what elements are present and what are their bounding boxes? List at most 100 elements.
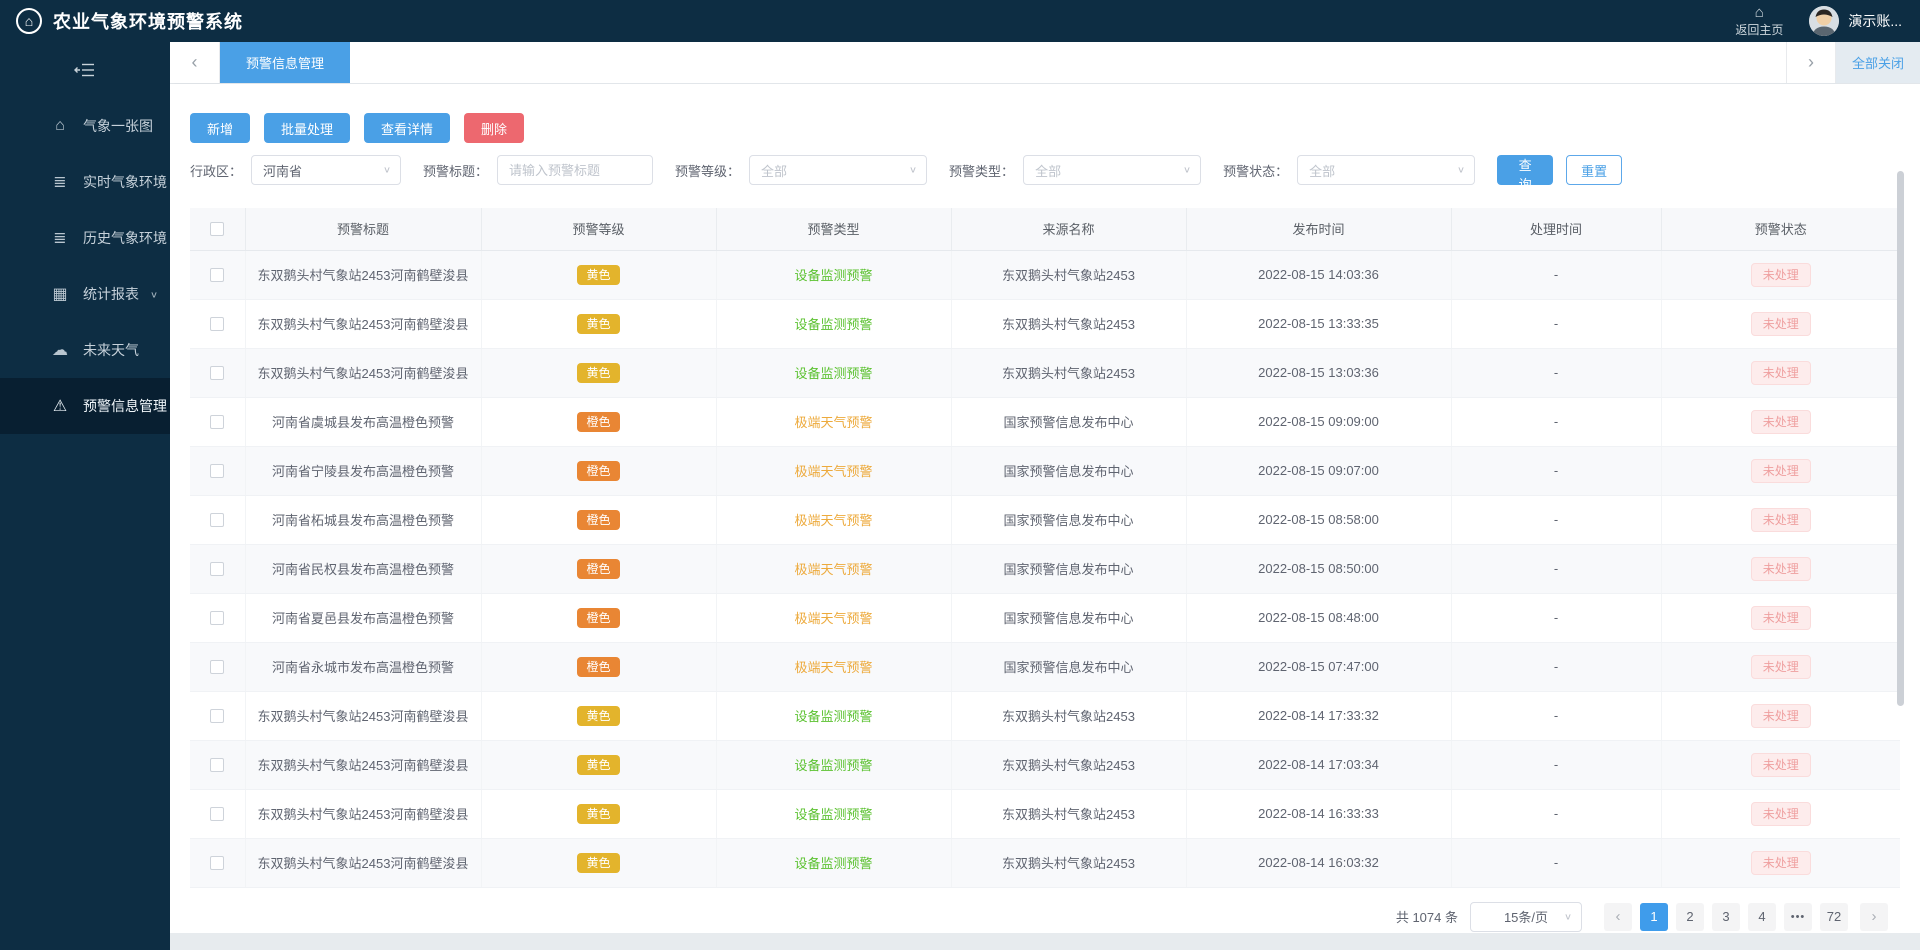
delete-button[interactable]: 删除 [464, 113, 524, 143]
row-checkbox[interactable] [210, 807, 224, 821]
status-badge: 未处理 [1751, 851, 1811, 875]
row-checkbox[interactable] [210, 366, 224, 380]
source-name-cell: 东双鹅头村气象站2453 [951, 299, 1186, 348]
level-badge: 橙色 [577, 559, 619, 579]
sidebar-item[interactable]: 未来天气 [0, 322, 170, 378]
select-all-checkbox[interactable] [210, 222, 224, 236]
warning-level-cell: 黄色 [481, 348, 716, 397]
page-number-button[interactable]: 1 [1640, 903, 1668, 931]
page-number-button[interactable]: ••• [1784, 903, 1812, 931]
prev-page-button[interactable]: ‹ [1604, 903, 1632, 931]
row-checkbox[interactable] [210, 317, 224, 331]
next-page-button[interactable]: › [1860, 903, 1888, 931]
level-select[interactable]: 全部 [749, 155, 927, 185]
page-size-select[interactable]: 15条/页 [1470, 902, 1582, 932]
warning-title-cell: 河南省民权县发布高温橙色预警 [245, 544, 481, 593]
publish-time-cell: 2022-08-15 08:50:00 [1186, 544, 1451, 593]
publish-time-cell: 2022-08-15 13:03:36 [1186, 348, 1451, 397]
sidebar-item[interactable]: 气象一张图 [0, 98, 170, 154]
warning-type-cell: 极端天气预警 [716, 446, 951, 495]
status-badge: 未处理 [1751, 802, 1811, 826]
type-label: 预警类型： [949, 161, 1014, 180]
warning-title-cell: 东双鹅头村气象站2453河南鹤壁浚县 [245, 250, 481, 299]
filter-bar: 行政区： 河南省 预警标题： 预警等级： 全部 预警类型： 全部 预警状态： 全… [190, 155, 1900, 185]
handle-time-cell: - [1451, 544, 1661, 593]
sidebar-item[interactable]: 历史气象环境 [0, 210, 170, 266]
row-checkbox[interactable] [210, 464, 224, 478]
avatar[interactable] [1809, 6, 1839, 36]
title-filter-input[interactable] [497, 155, 653, 185]
status-select[interactable]: 全部 [1297, 155, 1475, 185]
table-row: 河南省民权县发布高温橙色预警 橙色 极端天气预警 国家预警信息发布中心 2022… [190, 544, 1900, 593]
back-home-label: 返回主页 [1735, 23, 1783, 38]
alarm-icon [50, 396, 70, 416]
warning-level-cell: 黄色 [481, 299, 716, 348]
row-checkbox[interactable] [210, 562, 224, 576]
handle-time-cell: - [1451, 740, 1661, 789]
back-home-button[interactable]: ⌂ 返回主页 [1735, 4, 1783, 38]
handle-time-cell: - [1451, 691, 1661, 740]
sidebar-item-label: 统计报表 [83, 284, 139, 304]
chevron-left-icon: ‹ [192, 52, 198, 73]
page-number-button[interactable]: 4 [1748, 903, 1776, 931]
tab-scroll-left-button[interactable]: ‹ [170, 42, 220, 83]
region-select[interactable]: 河南省 [251, 155, 401, 185]
warning-status-cell: 未处理 [1661, 544, 1900, 593]
pagination: 共 1074 条 15条/页 ‹ 1 2 3 4 ••• 72 › [190, 902, 1900, 932]
row-checkbox[interactable] [210, 611, 224, 625]
account-name[interactable]: 演示账... [1848, 11, 1902, 31]
row-checkbox[interactable] [210, 758, 224, 772]
publish-time-cell: 2022-08-15 08:48:00 [1186, 593, 1451, 642]
warning-title-cell: 河南省永城市发布高温橙色预警 [245, 642, 481, 691]
search-button[interactable]: 查询 [1497, 155, 1553, 185]
bottom-strip [170, 933, 1920, 950]
warning-title-cell: 东双鹅头村气象站2453河南鹤壁浚县 [245, 691, 481, 740]
publish-time-cell: 2022-08-15 09:07:00 [1186, 446, 1451, 495]
row-checkbox-cell [190, 593, 245, 642]
level-badge: 橙色 [577, 510, 619, 530]
row-checkbox[interactable] [210, 268, 224, 282]
page-number-button[interactable]: 72 [1820, 903, 1848, 931]
row-checkbox[interactable] [210, 660, 224, 674]
page-number-button[interactable]: 3 [1712, 903, 1740, 931]
row-checkbox-cell [190, 299, 245, 348]
page-size-value: 15条/页 [1504, 907, 1548, 926]
warning-type-cell: 设备监测预警 [716, 740, 951, 789]
level-value: 全部 [761, 161, 787, 180]
warning-table: 预警标题 预警等级 预警类型 来源名称 发布时间 处理时间 预警状态 [190, 208, 1900, 888]
handle-time-cell: - [1451, 446, 1661, 495]
type-select[interactable]: 全部 [1023, 155, 1201, 185]
sidebar-item[interactable]: 预警信息管理 [0, 378, 170, 434]
table-row: 河南省宁陵县发布高温橙色预警 橙色 极端天气预警 国家预警信息发布中心 2022… [190, 446, 1900, 495]
row-checkbox[interactable] [210, 513, 224, 527]
handle-time-cell: - [1451, 397, 1661, 446]
source-name-cell: 东双鹅头村气象站2453 [951, 838, 1186, 887]
type-text: 设备监测预警 [794, 758, 872, 773]
row-checkbox[interactable] [210, 856, 224, 870]
view-detail-button[interactable]: 查看详情 [364, 113, 450, 143]
batch-process-button[interactable]: 批量处理 [264, 113, 350, 143]
report-icon [50, 284, 70, 304]
sidebar-item[interactable]: 实时气象环境 [0, 154, 170, 210]
tab-scroll-right-button[interactable]: › [1786, 42, 1836, 83]
row-checkbox[interactable] [210, 415, 224, 429]
close-all-tabs-link[interactable]: 全部关闭 [1836, 42, 1920, 83]
reset-button[interactable]: 重置 [1566, 155, 1622, 185]
page-number-button[interactable]: 2 [1676, 903, 1704, 931]
warning-type-cell: 设备监测预警 [716, 838, 951, 887]
warning-type-cell: 设备监测预警 [716, 299, 951, 348]
sidebar-item-label: 气象一张图 [83, 116, 153, 136]
sidebar-fold-button[interactable] [0, 42, 170, 98]
row-checkbox[interactable] [210, 709, 224, 723]
warning-type-cell: 极端天气预警 [716, 544, 951, 593]
table-row: 河南省夏邑县发布高温橙色预警 橙色 极端天气预警 国家预警信息发布中心 2022… [190, 593, 1900, 642]
tab-warning-info[interactable]: 预警信息管理 [220, 42, 350, 83]
add-button[interactable]: 新增 [190, 113, 250, 143]
app-header: ⌂ 农业气象环境预警系统 ⌂ 返回主页 演示账... [0, 0, 1920, 42]
publish-time-cell: 2022-08-15 13:33:35 [1186, 299, 1451, 348]
publish-time-cell: 2022-08-14 17:03:34 [1186, 740, 1451, 789]
publish-time-cell: 2022-08-15 09:09:00 [1186, 397, 1451, 446]
home-logo-icon: ⌂ [16, 8, 42, 34]
table-scrollbar-thumb[interactable] [1897, 171, 1904, 706]
sidebar-item[interactable]: 统计报表 ∨ [0, 266, 170, 322]
